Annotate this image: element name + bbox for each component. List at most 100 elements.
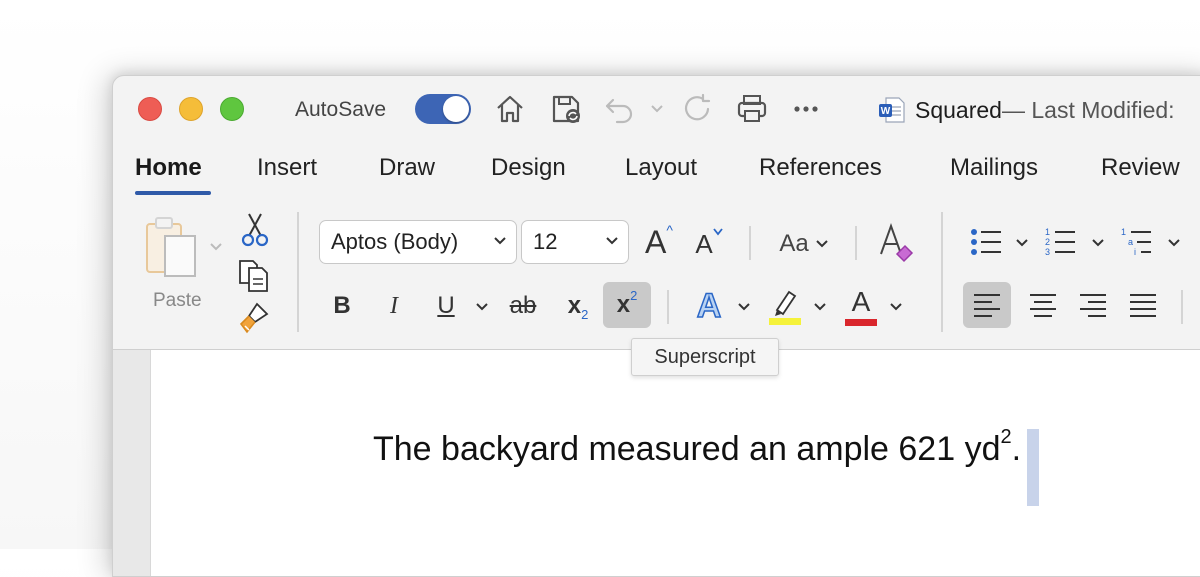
chevron-down-icon[interactable] (813, 300, 827, 314)
autosave-toggle[interactable] (415, 94, 471, 124)
chevron-down-icon[interactable] (889, 300, 903, 314)
chevron-down-icon[interactable] (1015, 236, 1029, 250)
superscript-tooltip: Superscript (631, 338, 779, 376)
minimize-window-button[interactable] (179, 97, 203, 121)
align-right-button[interactable] (1073, 282, 1113, 328)
align-left-button[interactable] (963, 282, 1011, 328)
chevron-down-icon (494, 237, 506, 245)
undo-dropdown-icon[interactable] (649, 101, 665, 117)
chevron-down-icon (815, 240, 828, 248)
paragraph-period: . (1011, 430, 1022, 468)
change-case-label: Aa (779, 230, 809, 257)
paste-icon[interactable] (143, 214, 205, 284)
tab-references[interactable]: References (759, 154, 882, 182)
svg-text:2: 2 (1045, 237, 1050, 247)
ribbon-divider (941, 212, 943, 332)
save-icon[interactable] (549, 92, 583, 126)
superscript-glyph: x (616, 291, 631, 318)
caret-down-icon (712, 228, 723, 236)
copy-icon[interactable] (237, 258, 271, 294)
font-size-dropdown[interactable]: 12 (521, 220, 629, 264)
ribbon-divider (1181, 290, 1183, 324)
multilevel-list-icon[interactable]: 1 a i (1119, 224, 1155, 260)
align-center-button[interactable] (1023, 282, 1063, 328)
paragraph-text: The backyard measured an ample 621 yd (373, 430, 1001, 468)
ribbon-home: Paste Aptos (Body) 12 A ^ A Aa 1 2 3 1 a… (113, 206, 1200, 336)
chevron-down-icon[interactable] (1167, 236, 1181, 250)
ribbon-divider (749, 226, 751, 260)
tab-review[interactable]: Review (1101, 154, 1180, 182)
print-icon[interactable] (735, 92, 769, 126)
text-selection (1027, 429, 1039, 506)
last-modified-text: — Last Modified: (1001, 96, 1175, 123)
bold-button[interactable]: B (327, 286, 357, 326)
chevron-down-icon[interactable] (1091, 236, 1105, 250)
tab-layout[interactable]: Layout (625, 154, 697, 182)
window-controls (138, 97, 244, 121)
document-title: Squared — Last Modified: (915, 96, 1175, 124)
chevron-down-icon[interactable] (475, 300, 489, 314)
justify-button[interactable] (1123, 282, 1163, 328)
document-area: The backyard measured an ample 621 yd2. (113, 349, 1200, 576)
chevron-down-icon[interactable] (737, 300, 751, 314)
align-left-icon (974, 294, 1000, 317)
justify-icon (1130, 294, 1156, 317)
chevron-down-icon (606, 237, 618, 245)
close-window-button[interactable] (138, 97, 162, 121)
document-page[interactable]: The backyard measured an ample 621 yd2. (150, 350, 1200, 576)
ribbon-divider (855, 226, 857, 260)
strikethrough-button[interactable]: ab (505, 286, 541, 326)
tab-design[interactable]: Design (491, 154, 566, 182)
tab-draw[interactable]: Draw (379, 154, 435, 182)
font-color-button[interactable]: A (843, 284, 879, 328)
font-family-dropdown[interactable]: Aptos (Body) (319, 220, 517, 264)
document-name: Squared (915, 96, 1002, 123)
cut-icon[interactable] (241, 212, 269, 248)
font-family-value: Aptos (Body) (331, 229, 459, 254)
align-center-icon (1030, 294, 1056, 317)
tab-home[interactable]: Home (135, 154, 202, 182)
numbering-icon[interactable]: 1 2 3 (1043, 224, 1079, 260)
change-case-button[interactable]: Aa (771, 224, 837, 264)
redo-icon[interactable] (681, 92, 715, 126)
highlighter-icon[interactable] (767, 286, 803, 326)
subscript-glyph: x (567, 292, 582, 319)
home-icon[interactable] (493, 92, 527, 126)
svg-text:W: W (881, 106, 891, 117)
paste-dropdown-icon[interactable] (209, 240, 223, 254)
grow-font-button[interactable]: A ^ (639, 220, 679, 264)
caret-up-icon: ^ (666, 222, 673, 238)
underline-button[interactable]: U (431, 286, 461, 326)
text-effects-button[interactable]: A (689, 284, 729, 328)
active-tab-indicator (135, 191, 211, 195)
undo-icon[interactable] (603, 92, 637, 126)
text-effects-glyph: A (696, 286, 722, 326)
autosave-label: AutoSave (295, 98, 387, 121)
font-color-swatch (845, 318, 877, 326)
zoom-window-button[interactable] (220, 97, 244, 121)
subscript-index: 2 (581, 306, 589, 322)
document-paragraph[interactable]: The backyard measured an ample 621 yd2. (373, 426, 1022, 469)
grow-font-glyph: A (645, 223, 667, 260)
svg-text:3: 3 (1045, 247, 1050, 257)
shrink-font-button[interactable]: A (691, 224, 727, 264)
superscript-text: 2 (1000, 426, 1012, 448)
ribbon-divider (667, 290, 669, 324)
toggle-knob (443, 96, 469, 122)
subscript-button[interactable]: x2 (561, 286, 595, 326)
bullets-icon[interactable] (969, 224, 1005, 260)
svg-text:1: 1 (1045, 227, 1050, 237)
italic-button[interactable]: I (379, 286, 409, 326)
tab-insert[interactable]: Insert (257, 154, 317, 182)
font-size-value: 12 (533, 229, 558, 254)
tab-mailings[interactable]: Mailings (950, 154, 1038, 182)
svg-text:i: i (1134, 247, 1136, 257)
superscript-button[interactable]: x2 (603, 282, 651, 328)
word-doc-icon: W (879, 97, 905, 123)
format-painter-icon[interactable] (237, 300, 273, 336)
paste-label: Paste (153, 290, 202, 311)
word-window: AutoSave W Squared — Last Modified: Home… (112, 75, 1200, 577)
svg-text:1: 1 (1121, 227, 1126, 237)
more-icon[interactable] (789, 92, 823, 126)
clear-formatting-icon[interactable] (875, 220, 915, 264)
